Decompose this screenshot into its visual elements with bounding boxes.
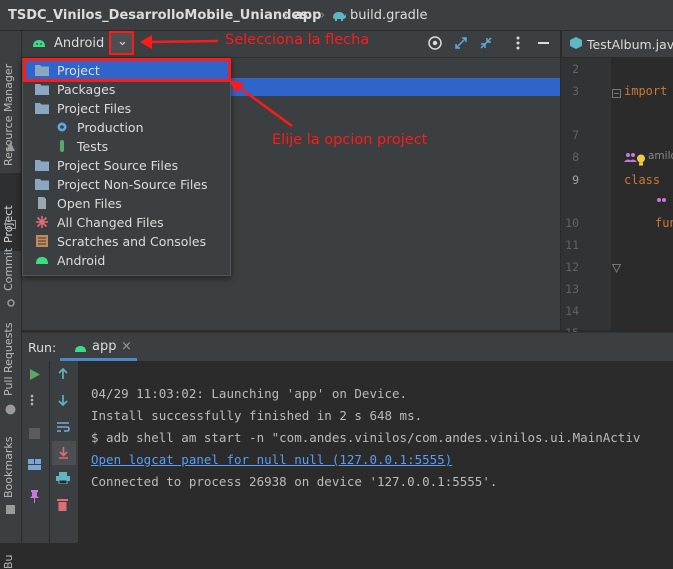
- annotation-choose-project: Elije la opcion project: [272, 132, 428, 148]
- annotation-select-arrow: Selecciona la flecha: [225, 32, 370, 48]
- annotation-arrows: [140, 35, 293, 128]
- stripe-build-variants[interactable]: Bu: [2, 554, 15, 569]
